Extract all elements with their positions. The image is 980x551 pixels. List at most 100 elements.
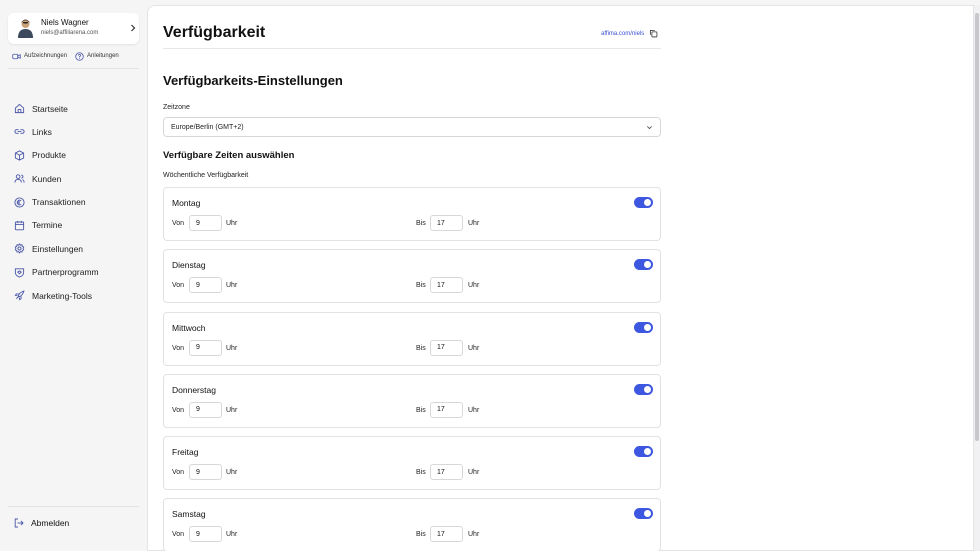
sidebar-item-label: Partnerprogramm <box>32 267 99 278</box>
day-name: Freitag <box>172 447 199 458</box>
unit-label: Uhr <box>468 282 480 290</box>
user-name: Niels Wagner <box>41 18 89 27</box>
day-name: Samstag <box>172 509 206 520</box>
help-circle-icon <box>75 51 84 61</box>
day-name: Dienstag <box>172 260 206 271</box>
day-list: Montag Von 9 Uhr Bis 17 Uhr Dienstag Von… <box>163 187 661 551</box>
unit-label: Uhr <box>468 531 480 539</box>
chevron-down-icon <box>647 126 652 130</box>
from-input[interactable]: 9 <box>189 401 222 418</box>
package-icon <box>14 150 25 161</box>
unit-label: Uhr <box>226 282 238 290</box>
unit-label: Uhr <box>468 220 480 227</box>
sidebar-item-marketing-tools[interactable]: Marketing-Tools <box>14 287 99 304</box>
day-card-freitag: Freitag Von 9 Uhr Bis 17 Uhr <box>163 436 661 491</box>
rocket-icon <box>14 290 25 301</box>
unit-label: Uhr <box>226 531 238 539</box>
guides-label: Anleitungen <box>87 53 119 59</box>
to-input[interactable]: 17 <box>430 526 463 543</box>
day-toggle[interactable] <box>634 508 653 520</box>
from-input[interactable]: 9 <box>189 526 222 543</box>
day-toggle[interactable] <box>634 383 653 395</box>
scrollbar[interactable] <box>974 5 980 551</box>
to-label: Bis <box>416 406 426 414</box>
home-icon <box>14 103 25 114</box>
recordings-link[interactable]: Aufzeichnungen <box>12 52 67 61</box>
sidebar-item-transaktionen[interactable]: Transaktionen <box>14 194 99 211</box>
profile-link-text[interactable]: affima.com/niels <box>601 31 644 37</box>
chevron-right-icon[interactable] <box>129 22 137 34</box>
sidebar-item-partnerprogramm[interactable]: Partnerprogramm <box>14 264 99 281</box>
to-input[interactable]: 17 <box>430 401 463 418</box>
from-input[interactable]: 9 <box>189 277 222 294</box>
sidebar-item-links[interactable]: Links <box>14 123 99 140</box>
to-input[interactable]: 17 <box>430 215 463 231</box>
from-label: Von <box>172 344 185 352</box>
day-toggle[interactable] <box>634 259 653 271</box>
from-label: Von <box>172 282 185 290</box>
sidebar-item-label: Startseite <box>32 103 68 114</box>
to-input[interactable]: 17 <box>430 464 463 481</box>
from-input[interactable]: 9 <box>189 339 222 356</box>
sidebar-divider <box>8 68 139 69</box>
unit-label: Uhr <box>226 220 238 227</box>
day-card-donnerstag: Donnerstag Von 9 Uhr Bis 17 Uhr <box>163 373 661 428</box>
to-label: Bis <box>416 469 426 477</box>
to-label: Bis <box>416 531 426 539</box>
sidebar-item-produkte[interactable]: Produkte <box>14 147 99 164</box>
from-label: Von <box>172 406 185 414</box>
day-toggle[interactable] <box>634 321 653 333</box>
partner-icon <box>14 268 25 278</box>
times-title: Verfügbare Zeiten auswählen <box>163 150 295 161</box>
guides-link[interactable]: Anleitungen <box>75 51 119 61</box>
logout-icon <box>14 518 24 528</box>
timezone-select[interactable]: Europe/Berlin (GMT+2) <box>163 117 661 137</box>
link-icon <box>14 129 25 135</box>
avatar <box>18 19 33 38</box>
logout-label: Abmelden <box>31 518 70 528</box>
sidebar-item-label: Termine <box>32 220 63 231</box>
to-input[interactable]: 17 <box>430 277 463 294</box>
unit-label: Uhr <box>226 344 238 352</box>
timezone-label: Zeitzone <box>163 104 190 111</box>
day-toggle[interactable] <box>634 197 653 208</box>
user-email: niels@affiliarena.com <box>41 30 99 36</box>
sidebar-item-einstellungen[interactable]: Einstellungen <box>14 240 99 257</box>
from-input[interactable]: 9 <box>189 215 222 231</box>
to-label: Bis <box>416 220 426 227</box>
day-card-montag: Montag Von 9 Uhr Bis 17 Uhr <box>163 187 661 241</box>
sidebar-divider <box>8 506 139 507</box>
from-label: Von <box>172 531 185 539</box>
sidebar-item-termine[interactable]: Termine <box>14 217 99 234</box>
sidebar-item-label: Transaktionen <box>32 197 86 208</box>
unit-label: Uhr <box>226 469 238 477</box>
sidebar-item-label: Produkte <box>32 150 67 161</box>
sidebar: Niels Wagner niels@affiliarena.com Aufze… <box>0 0 147 551</box>
sidebar-item-label: Kunden <box>32 173 62 184</box>
day-card-dienstag: Dienstag Von 9 Uhr Bis 17 Uhr <box>163 249 661 304</box>
unit-label: Uhr <box>468 344 480 352</box>
to-label: Bis <box>416 282 426 290</box>
sidebar-item-kunden[interactable]: Kunden <box>14 170 99 187</box>
main-nav: Startseite Links Produkte Kunden Transak… <box>14 100 99 311</box>
quick-links: Aufzeichnungen Anleitungen <box>12 51 127 61</box>
day-name: Donnerstag <box>172 384 216 395</box>
day-toggle[interactable] <box>634 446 653 458</box>
gear-icon <box>14 243 25 255</box>
user-card[interactable]: Niels Wagner niels@affiliarena.com <box>8 13 139 44</box>
page-title: Verfügbarkeit <box>163 24 266 41</box>
day-card-mittwoch: Mittwoch Von 9 Uhr Bis 17 Uhr <box>163 311 661 366</box>
scrollbar-thumb[interactable] <box>975 13 979 441</box>
from-label: Von <box>172 220 185 227</box>
section-title: Verfügbarkeits-Einstellungen <box>163 73 343 88</box>
copy-icon[interactable] <box>649 29 658 38</box>
profile-link[interactable]: affima.com/niels <box>601 29 658 38</box>
timezone-value: Europe/Berlin (GMT+2) <box>171 123 244 131</box>
day-card-samstag: Samstag Von 9 Uhr Bis 17 Uhr <box>163 498 661 551</box>
day-name: Mittwoch <box>172 322 206 333</box>
to-input[interactable]: 17 <box>430 339 463 356</box>
sidebar-item-startseite[interactable]: Startseite <box>14 100 99 117</box>
weekly-label: Wöchentliche Verfügbarkeit <box>163 172 249 179</box>
from-input[interactable]: 9 <box>189 464 222 481</box>
logout-button[interactable]: Abmelden <box>14 518 69 528</box>
